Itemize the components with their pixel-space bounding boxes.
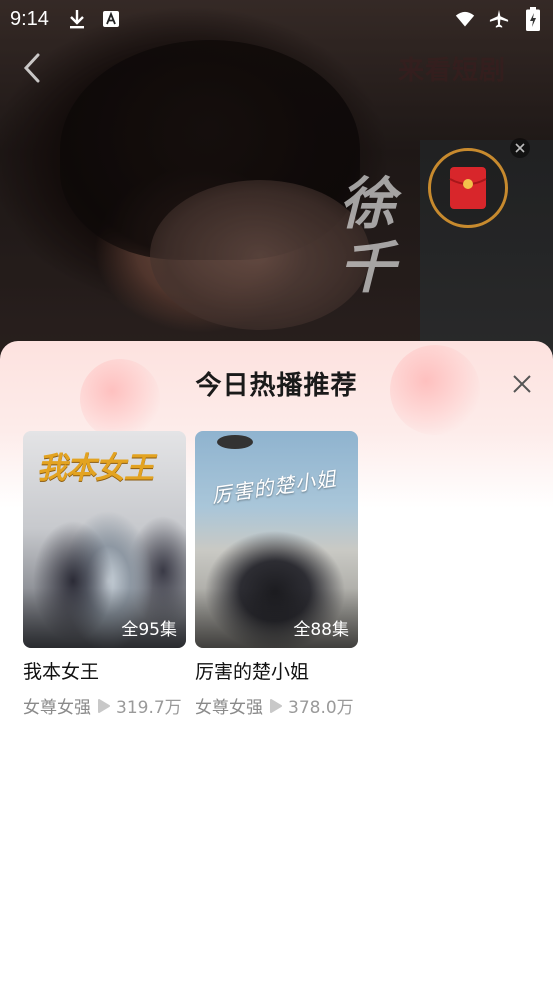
page-title: 来看短剧	[398, 56, 507, 86]
episode-count: 全88集	[293, 620, 349, 640]
drama-tag: 女尊女强	[195, 698, 263, 718]
video-caption-calligraphy: 徐千	[339, 171, 395, 301]
episode-count: 全95集	[121, 620, 177, 640]
close-icon	[515, 143, 525, 153]
poster-title-art: 厉害的楚小姐	[210, 466, 339, 508]
play-icon	[269, 698, 283, 713]
poster-title-art: 我本女王	[37, 451, 154, 486]
drama-title[interactable]: 厉害的楚小姐	[195, 657, 358, 684]
drama-poster[interactable]: 厉害的楚小姐 全88集	[195, 431, 358, 648]
drama-list: 我本女王 全95集 我本女王 女尊女强 319.7万 厉害的楚小姐 全88集 厉…	[23, 431, 358, 718]
drama-tag: 女尊女强	[23, 698, 91, 718]
wifi-icon	[455, 9, 475, 29]
text-a-icon	[101, 9, 121, 29]
poster-helicopter-art	[217, 435, 253, 449]
view-count: 378.0万	[288, 698, 354, 718]
airplane-icon	[489, 9, 509, 29]
battery-charging-icon	[523, 7, 543, 31]
sheet-close-button[interactable]	[508, 370, 536, 398]
view-count: 319.7万	[116, 698, 182, 718]
red-packet-close-button[interactable]	[510, 138, 530, 158]
status-bar: 9:14	[0, 0, 553, 38]
drama-poster[interactable]: 我本女王 全95集	[23, 431, 186, 648]
red-packet-icon	[449, 167, 487, 209]
sheet-title: 今日热播推荐	[195, 371, 358, 401]
drama-card[interactable]: 我本女王 全95集 我本女王 女尊女强 319.7万	[23, 431, 186, 718]
drama-meta: 女尊女强 319.7万	[23, 693, 186, 718]
drama-title[interactable]: 我本女王	[23, 657, 186, 684]
recommendation-sheet: 今日热播推荐 我本女王 全95集 我本女王 女尊女强 319.7万 厉害的楚小姐…	[0, 341, 553, 984]
status-time: 9:14	[10, 7, 49, 30]
red-packet-button[interactable]	[428, 148, 508, 228]
play-icon	[97, 698, 111, 713]
download-icon	[67, 9, 87, 29]
back-button[interactable]	[18, 52, 46, 84]
drama-meta: 女尊女强 378.0万	[195, 693, 358, 718]
drama-card[interactable]: 厉害的楚小姐 全88集 厉害的楚小姐 女尊女强 378.0万	[195, 431, 358, 718]
close-icon	[513, 375, 531, 393]
back-arrow-icon	[23, 53, 40, 83]
